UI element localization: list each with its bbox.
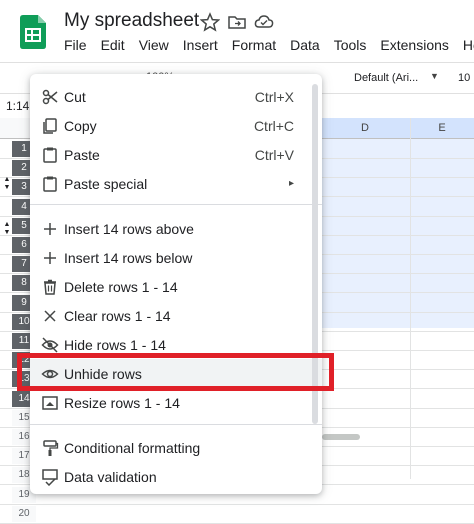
menu-item-conditional-formatting[interactable]: Conditional formatting	[30, 433, 322, 462]
column-header-d[interactable]: D	[320, 118, 410, 138]
column-header-e[interactable]: E	[410, 118, 474, 138]
menu-item-insert-rows-above[interactable]: Insert 14 rows above	[30, 214, 322, 243]
menu-edit[interactable]: Edit	[101, 37, 125, 53]
menu-help[interactable]: Help	[463, 37, 474, 53]
menu-item-paste[interactable]: Paste Ctrl+V	[30, 140, 322, 169]
menu-item-label: Insert 14 rows above	[64, 220, 194, 237]
eye-off-icon	[41, 336, 59, 354]
menu-item-label: Delete rows 1 - 14	[64, 278, 178, 295]
menu-format[interactable]: Format	[232, 37, 276, 53]
menu-item-cut[interactable]: Cut Ctrl+X	[30, 82, 322, 111]
font-select[interactable]: Default (Ari...	[354, 72, 418, 84]
menu-item-label: Paste special	[64, 175, 148, 192]
star-icon[interactable]	[200, 12, 220, 32]
name-box[interactable]: 1:14	[6, 99, 29, 113]
menu-item-delete-rows[interactable]: Delete rows 1 - 14	[30, 272, 322, 301]
clipboard-icon	[41, 175, 59, 193]
grid-row-line	[0, 503, 474, 505]
copy-icon	[41, 117, 59, 135]
menu-item-label: Cut	[64, 88, 86, 105]
menu-item-label: Paste	[64, 146, 100, 163]
menu-item-paste-special[interactable]: Paste special ▸	[30, 169, 322, 198]
menu-file[interactable]: File	[64, 37, 87, 53]
menu-data[interactable]: Data	[290, 37, 320, 53]
menu-item-label: Resize rows 1 - 14	[64, 394, 180, 411]
cloud-saved-icon[interactable]	[254, 12, 274, 32]
expand-down-arrow-icon[interactable]: ▼	[2, 182, 12, 194]
font-size-input[interactable]: 10	[458, 72, 470, 84]
menu-item-label: Clear rows 1 - 14	[64, 307, 171, 324]
submenu-arrow-icon: ▸	[288, 178, 294, 189]
menu-item-clear-rows[interactable]: Clear rows 1 - 14	[30, 301, 322, 330]
plus-icon	[41, 249, 59, 267]
row-header[interactable]: 20	[12, 505, 36, 522]
scissors-icon	[41, 88, 59, 106]
menu-item-copy[interactable]: Copy Ctrl+C	[30, 111, 322, 140]
context-menu: Cut Ctrl+X Copy Ctrl+C Paste Ctrl+V Past…	[30, 74, 322, 494]
menu-item-data-validation[interactable]: Data validation	[30, 462, 322, 491]
menu-item-label: Conditional formatting	[64, 439, 201, 456]
app-header: My spreadsheet File Edit View Insert For…	[0, 0, 474, 62]
highlight-annotation-box	[17, 353, 334, 391]
menu-divider	[30, 204, 322, 205]
clipboard-icon	[41, 146, 59, 164]
paint-roller-icon	[41, 439, 59, 457]
menu-item-shortcut: Ctrl+C	[253, 117, 294, 134]
move-folder-icon[interactable]	[227, 12, 247, 32]
plus-icon	[41, 220, 59, 238]
menu-insert[interactable]: Insert	[183, 37, 218, 53]
menu-item-label: Data validation	[64, 468, 157, 485]
menu-item-label: Insert 14 rows below	[64, 249, 193, 266]
resize-icon	[41, 394, 59, 412]
x-icon	[41, 307, 59, 325]
trash-icon	[41, 278, 59, 296]
expand-down-arrow-icon[interactable]: ▼	[2, 227, 12, 239]
menu-tools[interactable]: Tools	[334, 37, 367, 53]
data-validation-icon	[41, 468, 59, 486]
menu-item-insert-rows-below[interactable]: Insert 14 rows below	[30, 243, 322, 272]
font-dropdown-icon[interactable]: ▼	[430, 71, 439, 81]
menu-item-shortcut: Ctrl+X	[254, 88, 294, 105]
menu-view[interactable]: View	[139, 37, 169, 53]
menu-extensions[interactable]: Extensions	[380, 37, 448, 53]
horizontal-scrollbar[interactable]	[322, 434, 360, 440]
menu-divider	[30, 424, 322, 425]
menu-item-shortcut: Ctrl+V	[254, 146, 294, 163]
menu-bar: File Edit View Insert Format Data Tools …	[64, 37, 474, 53]
sheets-logo-icon[interactable]	[20, 15, 46, 49]
menu-item-label: Hide rows 1 - 14	[64, 336, 166, 353]
menu-item-label: Copy	[64, 117, 97, 134]
grid-column-line	[410, 118, 411, 479]
document-title[interactable]: My spreadsheet	[64, 10, 199, 32]
menu-item-resize-rows[interactable]: Resize rows 1 - 14	[30, 388, 322, 417]
